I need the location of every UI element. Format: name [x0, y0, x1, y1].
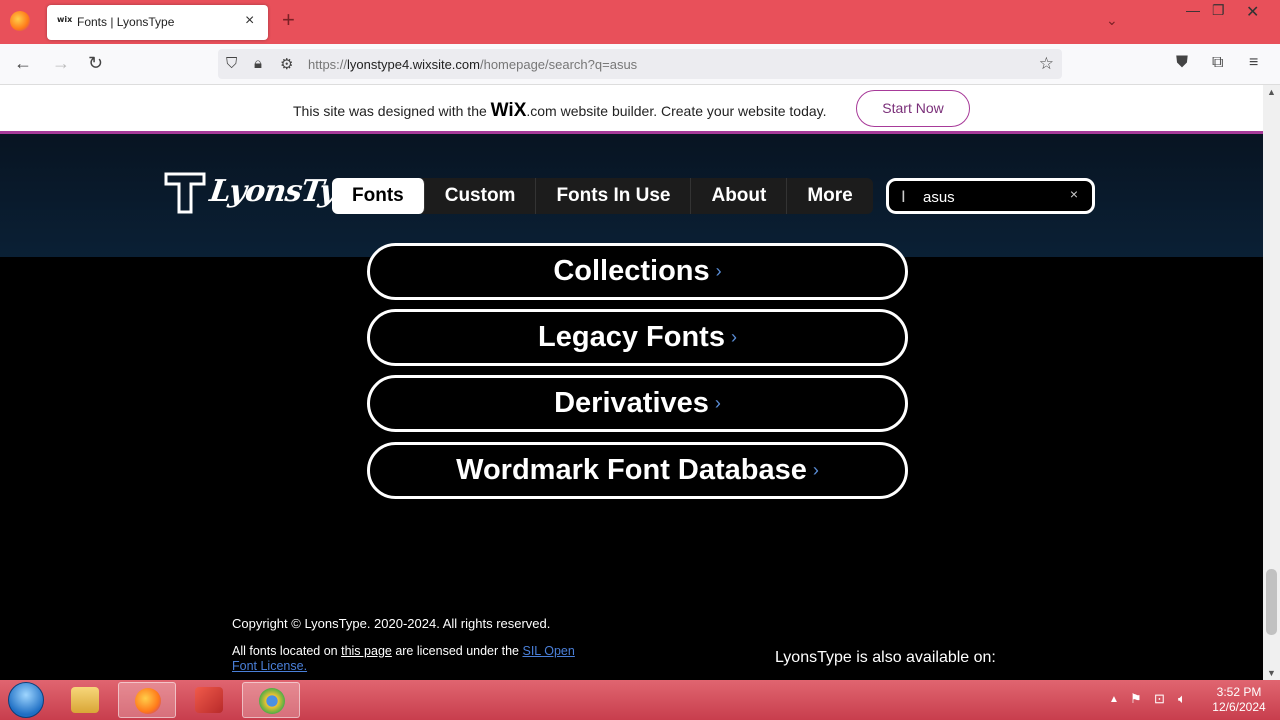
back-icon[interactable]: ← [14, 54, 32, 72]
network-icon[interactable]: ⊡ [1154, 691, 1165, 707]
tab-close-icon[interactable]: × [245, 12, 254, 30]
url-host: lyonstype4.wixsite.com [347, 57, 480, 72]
url-prefix: https:// [308, 57, 348, 72]
lock-icon[interactable]: 🔒︎ [254, 55, 262, 72]
taskbar-clock[interactable]: 3:52 PM 12/6/2024 [1206, 685, 1272, 715]
chevron-right-icon: › [730, 327, 737, 347]
wix-promo-banner: This site was designed with the WiX.com … [0, 85, 1263, 134]
action-center-flag-icon[interactable]: ⚑ [1130, 691, 1142, 707]
taskbar-explorer[interactable] [56, 682, 114, 718]
license-text-a: All fonts located on [232, 644, 342, 658]
scroll-up-icon[interactable]: ▲ [1267, 87, 1276, 97]
legacy-fonts-button[interactable]: Legacy Fonts › [367, 309, 908, 366]
footer-license: All fonts located on this page are licen… [232, 644, 602, 674]
new-tab-icon[interactable]: + [282, 9, 295, 31]
chevron-right-icon: › [715, 261, 722, 281]
menu-hamburger-icon[interactable]: ≡ [1249, 54, 1258, 72]
pill-label: Wordmark Font Database [456, 454, 807, 486]
chevron-right-icon: › [714, 393, 721, 413]
site-header: LyonsType Fonts Custom Fonts In Use Abou… [0, 134, 1263, 257]
browser-nav-bar: ← → ↻ ⛉ 🔒︎ ⚙ https://lyonstype4.wixsite.… [0, 44, 1280, 85]
clock-date: 12/6/2024 [1212, 700, 1266, 714]
menu-item-custom[interactable]: Custom [425, 178, 537, 214]
page-scrollbar[interactable]: ▲ ▼ [1263, 85, 1280, 680]
restore-icon[interactable]: ❐ [1212, 2, 1225, 19]
forward-icon[interactable]: → [52, 54, 70, 72]
show-hidden-icons-icon[interactable]: ▲ [1109, 694, 1119, 705]
url-path: /homepage/search?q=asus [479, 57, 638, 72]
extensions-icon[interactable]: ⧉ [1212, 54, 1223, 72]
bookmark-star-icon[interactable]: ☆ [1039, 54, 1054, 74]
also-available-text: LyonsType is also available on: [775, 649, 996, 666]
this-page-link[interactable]: this page [341, 644, 392, 658]
browser-tab-active[interactable]: wix Fonts | LyonsType × [47, 5, 268, 40]
chrome-icon [259, 688, 285, 714]
taskbar-app3[interactable] [180, 682, 238, 718]
wix-logo[interactable]: WiX [491, 100, 527, 121]
footer-copyright: Copyright © LyonsType. 2020-2024. All ri… [232, 616, 551, 631]
lyonstype-logo-t-icon[interactable] [164, 172, 206, 214]
scroll-down-icon[interactable]: ▼ [1267, 668, 1276, 678]
pill-label: Legacy Fonts [538, 321, 725, 353]
volume-muted-icon[interactable]: 🔈︎ [1178, 691, 1186, 707]
wordmark-font-database-button[interactable]: Wordmark Font Database › [367, 442, 908, 499]
menu-item-about[interactable]: About [691, 178, 788, 214]
site-menu: Fonts Custom Fonts In Use About More [332, 178, 873, 214]
window-close-icon[interactable]: ✕ [1246, 2, 1259, 22]
menu-item-more[interactable]: More [787, 178, 872, 214]
browser-tab-bar: wix Fonts | LyonsType × + ⌄ — ❐ ✕ [0, 0, 1280, 44]
search-clear-icon[interactable]: × [1070, 186, 1078, 202]
menu-item-fonts-in-use[interactable]: Fonts In Use [536, 178, 692, 214]
file-explorer-icon [71, 687, 99, 713]
pocket-icon[interactable]: ⛊ [1176, 54, 1188, 72]
wix-banner-text: This site was designed with the WiX.com … [293, 100, 827, 122]
scrollbar-thumb[interactable] [1266, 569, 1277, 635]
text-cursor-icon: Ι [901, 187, 906, 206]
clock-time: 3:52 PM [1216, 685, 1262, 699]
firefox-icon[interactable] [10, 11, 30, 31]
site-search-box[interactable]: Ι × [886, 178, 1095, 214]
taskbar-chrome[interactable] [242, 682, 300, 718]
url-bar[interactable]: ⛉ 🔒︎ ⚙ https://lyonstype4.wixsite.com/ho… [218, 49, 1062, 79]
permissions-icon[interactable]: ⚙ [280, 55, 293, 73]
wix-favicon-icon: wix [57, 15, 73, 24]
chevron-right-icon: › [812, 460, 819, 480]
minimize-icon[interactable]: — [1186, 2, 1200, 18]
url-text[interactable]: https://lyonstype4.wixsite.com/homepage/… [308, 57, 637, 72]
tab-title: Fonts | LyonsType [77, 15, 175, 29]
license-text-b: are licensed under the [391, 644, 523, 658]
wix-text-after: website builder. Create your website tod… [556, 103, 827, 119]
windows-taskbar: ▲ ⚑ ⊡ 🔈︎ 3:52 PM 12/6/2024 [0, 680, 1280, 720]
package-icon [195, 687, 223, 713]
tracking-shield-icon[interactable]: ⛉ [226, 55, 237, 72]
pill-label: Collections [553, 255, 710, 287]
start-now-button[interactable]: Start Now [856, 90, 970, 127]
pill-label: Derivatives [554, 387, 709, 419]
firefox-taskbar-icon [135, 688, 161, 714]
derivatives-button[interactable]: Derivatives › [367, 375, 908, 432]
wix-text-before: This site was designed with the [293, 103, 491, 119]
taskbar-firefox[interactable] [118, 682, 176, 718]
reload-icon[interactable]: ↻ [88, 54, 103, 72]
start-button[interactable] [8, 682, 44, 718]
search-input[interactable] [923, 186, 1063, 208]
menu-item-fonts[interactable]: Fonts [332, 178, 425, 214]
wix-logo-suffix: .com [526, 103, 557, 119]
list-all-tabs-icon[interactable]: ⌄ [1106, 12, 1118, 29]
collections-button[interactable]: Collections › [367, 243, 908, 300]
